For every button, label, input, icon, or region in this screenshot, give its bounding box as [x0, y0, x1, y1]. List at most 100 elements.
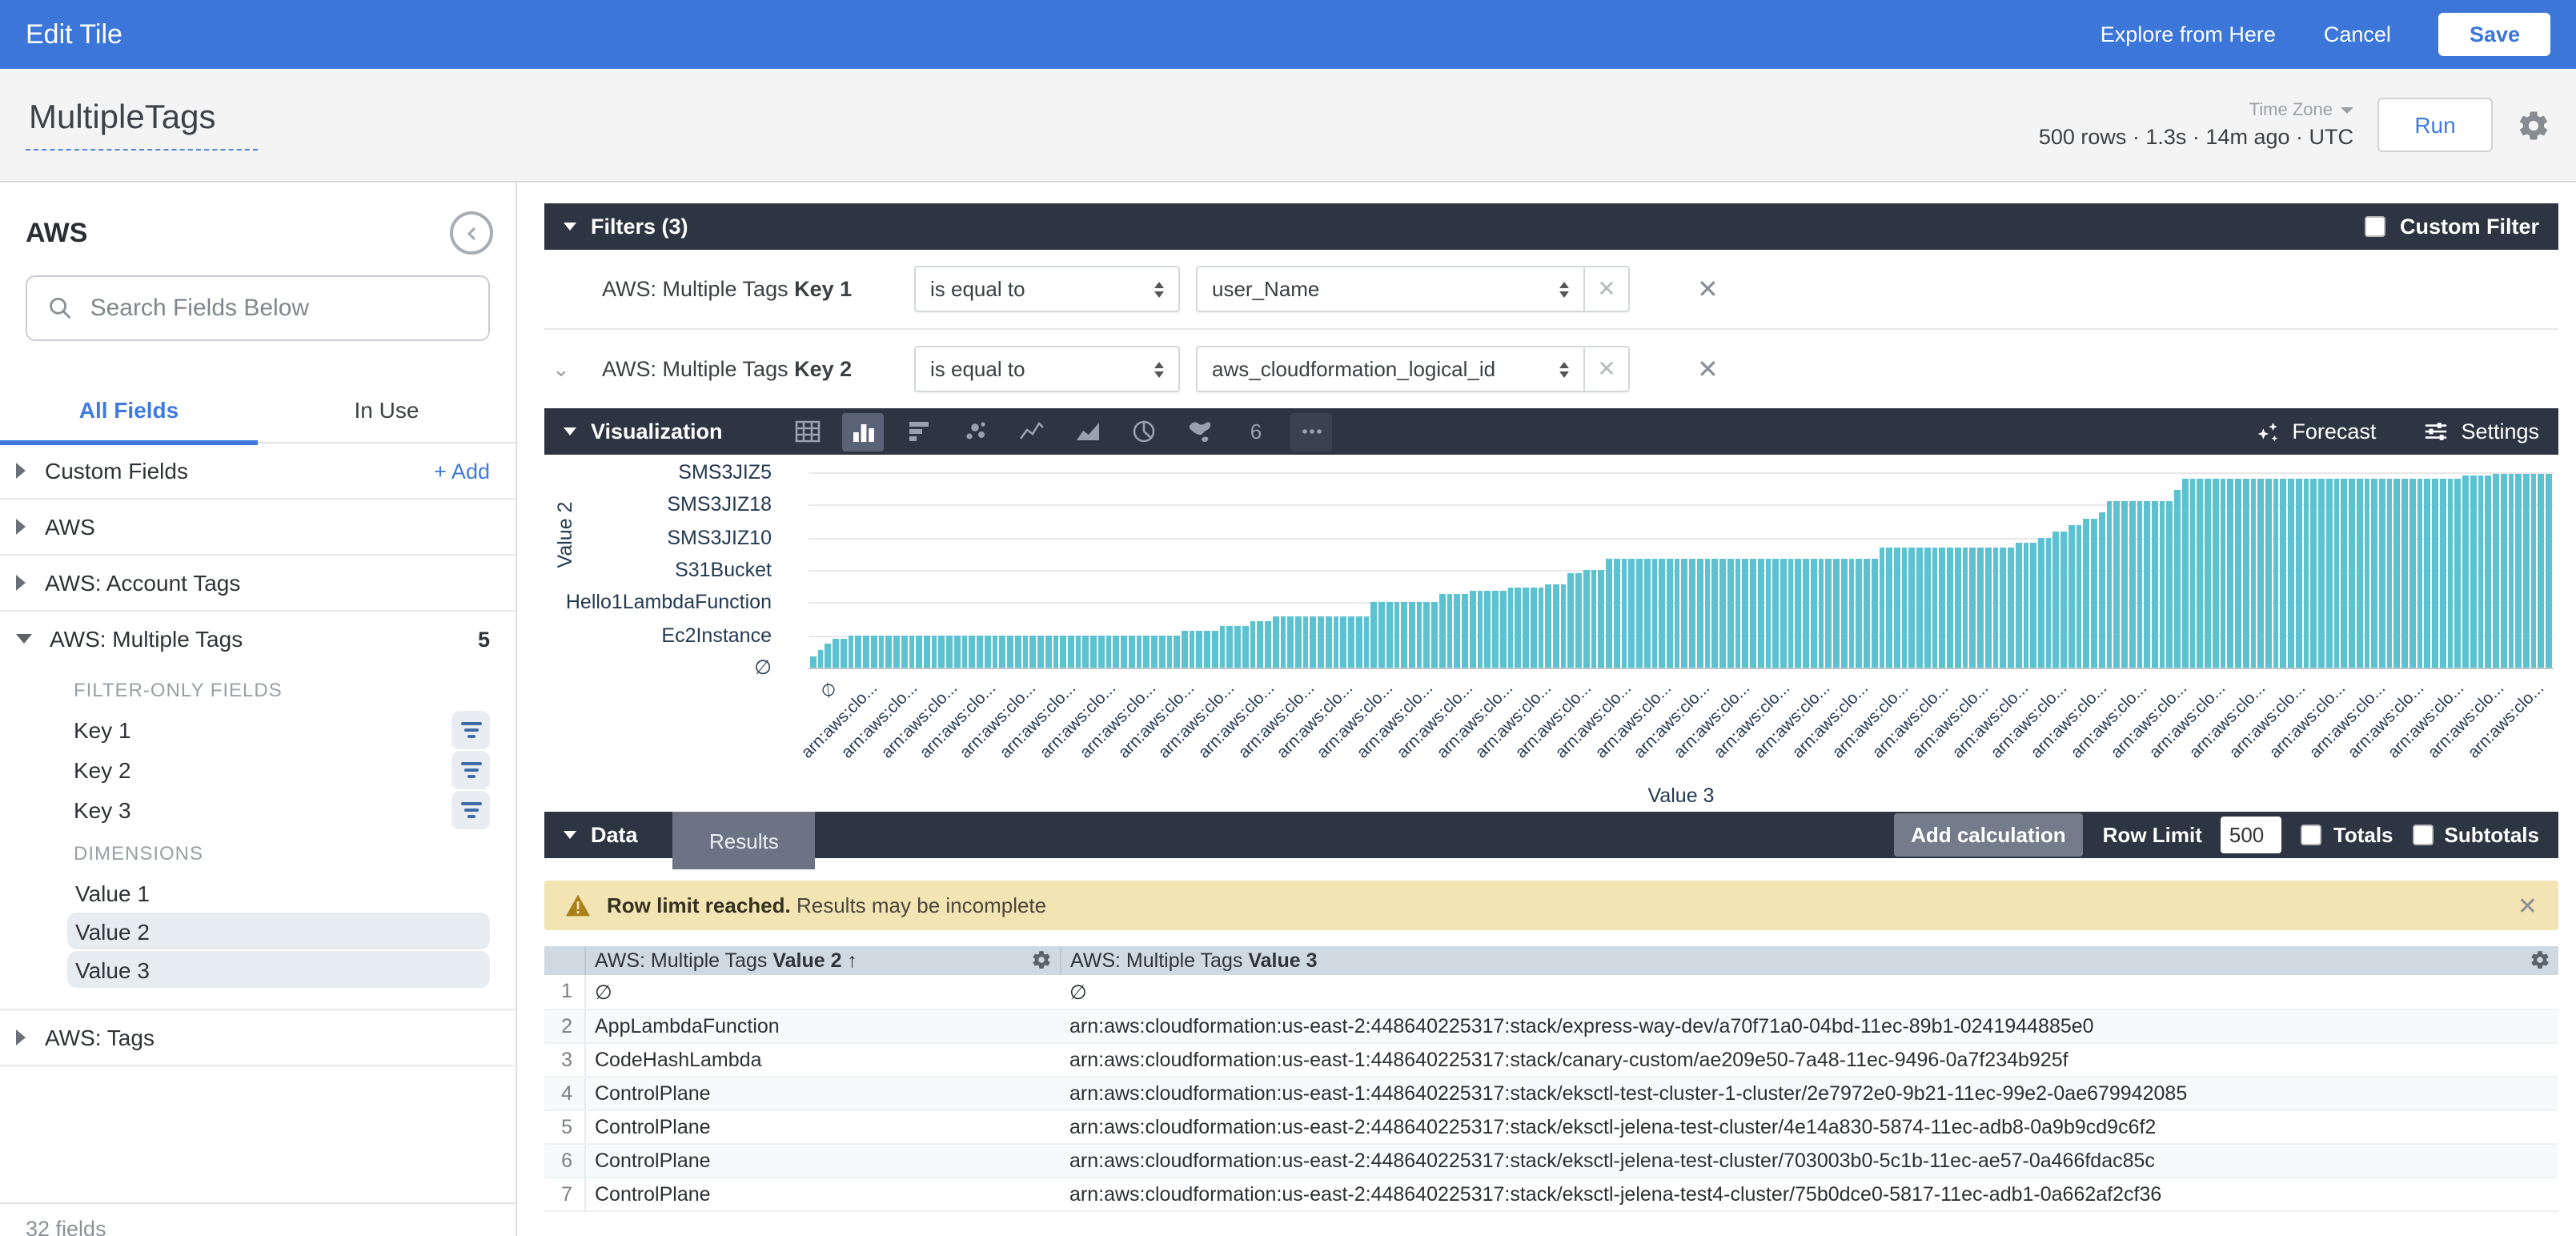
chart-bar[interactable]	[1166, 636, 1172, 668]
remove-filter-icon[interactable]: ✕	[1697, 353, 1719, 385]
chart-bar[interactable]	[2076, 526, 2081, 668]
table-row[interactable]: 3CodeHashLambdaarn:aws:cloudformation:us…	[544, 1042, 2558, 1076]
chart-bar[interactable]	[833, 639, 838, 668]
tab-all-fields[interactable]: All Fields	[0, 384, 258, 442]
row-limit-input[interactable]	[2221, 817, 2282, 853]
chart-bar[interactable]	[2357, 479, 2362, 668]
chart-bar[interactable]	[2129, 501, 2135, 668]
chart-bar[interactable]	[1015, 636, 1021, 668]
chart-bar[interactable]	[2152, 501, 2157, 668]
chart-bar[interactable]	[1962, 548, 1968, 668]
sidebar-section-aws-multiple-tags[interactable]: AWS: Multiple Tags 5	[0, 612, 516, 666]
chart-bar[interactable]	[2167, 501, 2173, 668]
chart-bar[interactable]	[2106, 501, 2112, 668]
table-row[interactable]: 1∅∅	[544, 975, 2558, 1009]
filter-value-select[interactable]: aws_cloudformation_logical_id ✕	[1196, 346, 1630, 392]
chart-bar[interactable]	[1864, 560, 1869, 668]
chart-bar[interactable]	[1250, 621, 1255, 668]
chart-bar[interactable]	[2546, 474, 2551, 668]
custom-filter-checkbox[interactable]	[2365, 216, 2385, 237]
chart-bar[interactable]	[1992, 548, 1998, 668]
viz-type-bar-icon[interactable]	[899, 412, 941, 451]
chart-bar[interactable]	[2145, 501, 2150, 668]
chevron-down-icon[interactable]: ⌄	[552, 356, 570, 382]
chart-bar[interactable]	[1568, 572, 1574, 668]
chart-bar[interactable]	[2053, 532, 2059, 668]
chart-bar[interactable]	[1833, 560, 1839, 668]
cell-value-2[interactable]: ControlPlane	[584, 1177, 1060, 1210]
cell-value-3[interactable]: arn:aws:cloudformation:us-east-1:4486402…	[1060, 1042, 2558, 1076]
chart-bar[interactable]	[1219, 626, 1225, 668]
forecast-button[interactable]: Forecast	[2255, 419, 2376, 443]
timezone-selector[interactable]: Time Zone	[2039, 101, 2353, 120]
chart-bar[interactable]	[901, 636, 907, 668]
chart-bar[interactable]	[1788, 560, 1793, 668]
chart-bar[interactable]	[1273, 616, 1278, 668]
filter-by-field-icon[interactable]	[451, 790, 490, 829]
add-calculation-button[interactable]: Add calculation	[1893, 813, 2084, 857]
chart-bar[interactable]	[1879, 548, 1884, 668]
chart-bar[interactable]	[2311, 479, 2317, 668]
chart-bar[interactable]	[1402, 601, 1407, 668]
chart-bar[interactable]	[863, 636, 869, 668]
sidebar-section-aws-account-tags[interactable]: AWS: Account Tags	[0, 556, 516, 610]
chart-bar[interactable]	[2538, 474, 2544, 668]
chart-bar[interactable]	[1621, 560, 1627, 668]
chart-bar[interactable]	[2174, 490, 2180, 668]
chart-bar[interactable]	[1363, 616, 1369, 668]
chart-bar[interactable]	[1341, 616, 1346, 668]
clear-value-icon[interactable]: ✕	[1583, 267, 1628, 311]
chart-bar[interactable]	[1841, 560, 1847, 668]
visualization-panel-header[interactable]: Visualization 6 Forecast	[544, 408, 2558, 455]
chart-bar[interactable]	[2000, 548, 2006, 668]
chart-bar[interactable]	[1477, 590, 1483, 668]
chart-bar[interactable]	[1977, 548, 1983, 668]
chart-bar[interactable]	[1575, 572, 1581, 668]
chart-bar[interactable]	[1174, 636, 1180, 668]
chart-bar[interactable]	[2189, 479, 2195, 668]
chart-bar[interactable]	[2401, 479, 2407, 668]
chart-bar[interactable]	[2197, 479, 2203, 668]
clear-value-icon[interactable]: ✕	[1583, 347, 1628, 391]
remove-filter-icon[interactable]: ✕	[1697, 273, 1719, 305]
field-key-1[interactable]: Key 1	[0, 709, 516, 749]
table-row[interactable]: 6ControlPlanearn:aws:cloudformation:us-e…	[544, 1143, 2558, 1177]
chart-bar[interactable]	[1371, 601, 1377, 668]
viz-more-types-icon[interactable]	[1291, 412, 1333, 451]
chart-bar[interactable]	[1651, 560, 1657, 668]
chart-bar[interactable]	[2417, 479, 2422, 668]
chart-bar[interactable]	[2023, 544, 2028, 668]
chart-bar[interactable]	[1932, 548, 1937, 668]
chart-bar[interactable]	[1704, 560, 1710, 668]
viz-type-column-icon[interactable]	[843, 412, 885, 451]
chart-bar[interactable]	[2084, 519, 2089, 668]
table-row[interactable]: 2AppLambdaFunctionarn:aws:cloudformation…	[544, 1009, 2558, 1042]
chart-bar[interactable]	[1955, 548, 1960, 668]
chart-bar[interactable]	[2409, 479, 2415, 668]
chart-bar[interactable]	[2432, 479, 2438, 668]
table-row[interactable]: 4ControlPlanearn:aws:cloudformation:us-e…	[544, 1076, 2558, 1110]
chart-bar[interactable]	[932, 636, 937, 668]
chart-bar[interactable]	[856, 636, 861, 668]
chart-bar[interactable]	[1780, 560, 1786, 668]
chart-bar[interactable]	[1545, 584, 1551, 668]
chart-bar[interactable]	[2478, 476, 2483, 668]
chart-bar[interactable]	[1697, 560, 1703, 668]
chart-bar[interactable]	[2220, 479, 2225, 668]
chart-bar[interactable]	[1940, 548, 1945, 668]
chart-bar[interactable]	[2137, 501, 2142, 668]
chart-bar[interactable]	[2515, 474, 2521, 668]
cancel-link[interactable]: Cancel	[2324, 22, 2391, 46]
chart-bar[interactable]	[2273, 479, 2278, 668]
chart-bar[interactable]	[1826, 560, 1832, 668]
filter-operator-select[interactable]: is equal to	[914, 266, 1180, 312]
chart-bar[interactable]	[1439, 593, 1445, 668]
chart-bar[interactable]	[924, 636, 929, 668]
cell-value-2[interactable]: ControlPlane	[584, 1143, 1060, 1177]
chart-bar[interactable]	[2440, 479, 2446, 668]
chart-bar[interactable]	[1462, 593, 1467, 668]
chart-bar[interactable]	[1318, 616, 1323, 668]
chart-bar[interactable]	[2372, 479, 2377, 668]
chart-bar[interactable]	[817, 650, 823, 668]
chart-bar[interactable]	[1689, 560, 1695, 668]
